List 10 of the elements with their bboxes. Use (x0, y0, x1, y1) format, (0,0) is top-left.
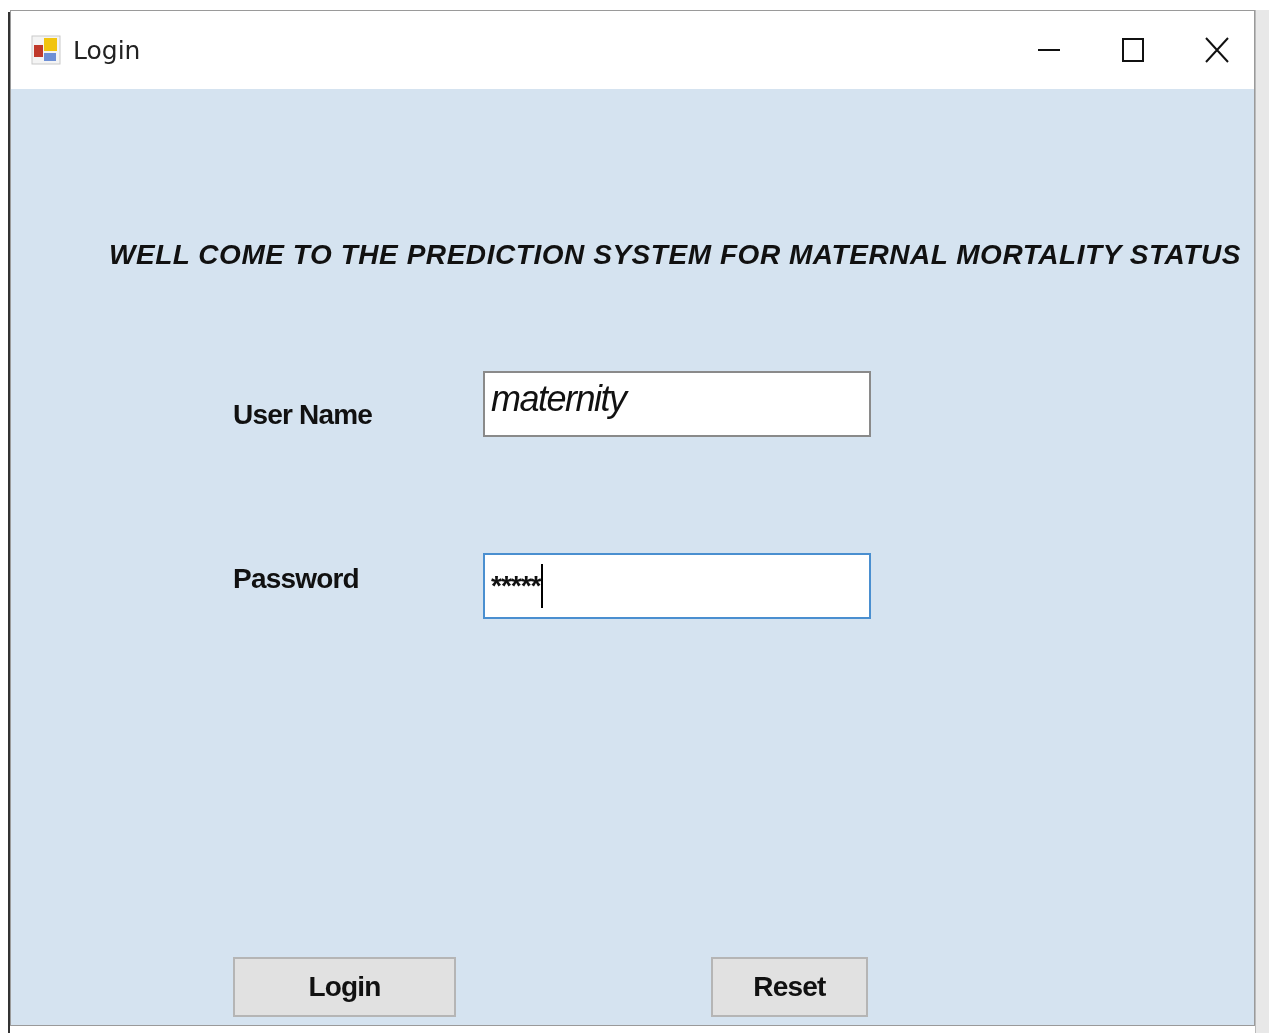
close-icon[interactable] (1202, 35, 1232, 65)
form-button[interactable]: Reset (711, 957, 868, 1017)
form-button[interactable]: Login (233, 957, 456, 1017)
app-icon (31, 35, 61, 65)
field-label: User Name (233, 399, 374, 431)
welcome-heading: WELL COME TO THE PREDICTION SYSTEM FOR MATERNAL MORTALITY STATUS (109, 239, 1242, 271)
window-title: Login (73, 35, 141, 65)
input-field[interactable]: ***** (483, 553, 871, 619)
input-field[interactable]: maternity (483, 371, 871, 437)
field-label: Password (233, 563, 360, 595)
